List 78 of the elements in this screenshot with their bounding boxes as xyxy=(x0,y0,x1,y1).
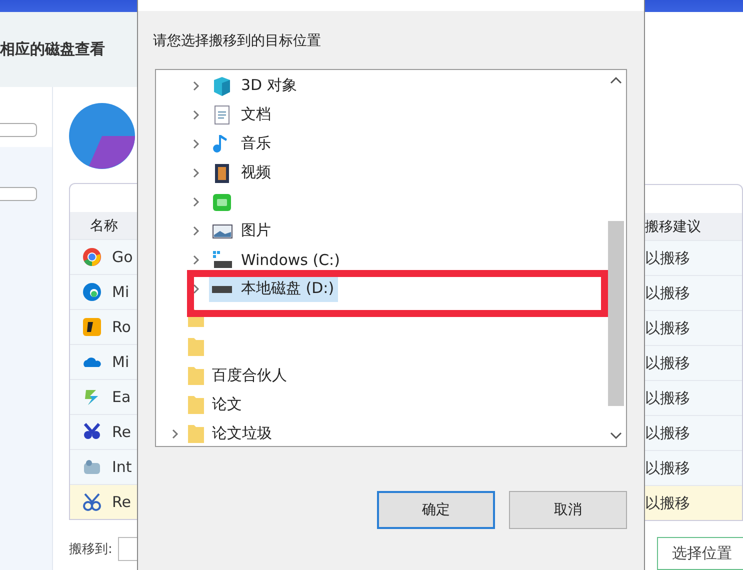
table-row[interactable]: 以搬移 xyxy=(645,380,742,415)
table-cell: 以搬移 xyxy=(645,354,690,372)
table-row[interactable]: Mi xyxy=(70,344,137,379)
scroll-down-icon[interactable] xyxy=(610,432,622,440)
table-row[interactable]: 以搬移 xyxy=(645,310,742,345)
table-row[interactable]: Re xyxy=(70,414,137,449)
table-cell: Ro xyxy=(112,318,131,336)
table-cell: Mi xyxy=(112,353,130,371)
table-cell: 以搬移 xyxy=(645,318,690,338)
table-row[interactable]: 以搬移 xyxy=(645,345,742,380)
table-cell: Re xyxy=(112,493,131,511)
item-label: 本地磁盘 (D:) xyxy=(241,279,334,298)
choose-location-button[interactable]: 选择位置 xyxy=(657,537,743,570)
table-row[interactable]: 以搬移 xyxy=(645,450,742,485)
pie-chart-drawing xyxy=(69,103,135,169)
table-cell: 以搬移 xyxy=(645,248,690,268)
item-label: 论文 xyxy=(212,395,242,414)
table-row[interactable]: Re xyxy=(70,484,137,519)
table-row[interactable]: Int xyxy=(70,449,137,484)
table-cell: Re xyxy=(112,423,131,441)
table-cell: 以搬移 xyxy=(645,424,690,442)
drive-icon xyxy=(211,248,233,270)
app-icon xyxy=(82,457,102,477)
table-row[interactable]: 以搬移 xyxy=(645,240,742,275)
dialog-button[interactable]: 取消 xyxy=(509,491,627,529)
browser-icon xyxy=(82,282,102,302)
dialog-prompt: 请您选择搬移到的目标位置 xyxy=(152,32,322,51)
tree-item[interactable]: 音乐 xyxy=(209,130,275,156)
app-icon xyxy=(82,422,102,442)
table-row[interactable]: 以搬移 xyxy=(645,275,742,310)
item-label: 文档 xyxy=(241,105,271,124)
folder-icon xyxy=(188,424,204,442)
move-to-label: 搬移到: xyxy=(69,541,112,558)
tree-item[interactable]: 图片 xyxy=(209,218,275,244)
column-header: 搬移建议 xyxy=(645,213,742,240)
scroll-thumb[interactable] xyxy=(608,220,624,406)
tree-item[interactable]: 论文 xyxy=(156,390,606,419)
table-cell: Go xyxy=(112,248,133,266)
item-label: 百度合伙人 xyxy=(212,366,287,385)
column-header: 名称 xyxy=(70,212,137,239)
heading: 相应的磁盘查看 xyxy=(0,40,105,59)
scroll-up-icon[interactable] xyxy=(610,76,622,84)
table-row[interactable]: Ea xyxy=(70,379,137,414)
item-label: 音乐 xyxy=(241,134,271,153)
tree-item[interactable]: Windows (C:) xyxy=(209,246,344,272)
item-label: 3D 对象 xyxy=(241,76,297,95)
folder-icon xyxy=(188,366,204,384)
item-label: 视频 xyxy=(241,163,271,182)
item-label: 论文垃圾 xyxy=(212,424,272,443)
app-icon xyxy=(82,492,102,512)
table-row[interactable]: 以搬移 xyxy=(645,485,742,520)
item-label: Windows (C:) xyxy=(241,250,340,268)
table-cell: 以搬移 xyxy=(645,458,690,478)
table-row[interactable]: Go xyxy=(70,239,137,274)
input-field[interactable] xyxy=(0,123,37,137)
table-cell: 以搬移 xyxy=(645,284,690,302)
table-cell: 以搬移 xyxy=(645,388,690,408)
table-row[interactable]: Mi xyxy=(70,274,137,309)
game-icon xyxy=(82,317,102,337)
table-cell: Mi xyxy=(112,283,130,301)
folder-icon xyxy=(188,338,204,356)
tree-item[interactable]: 3D 对象 xyxy=(209,72,301,98)
dialog-button[interactable]: 确定 xyxy=(377,491,495,529)
browser-icon xyxy=(82,247,102,267)
folder-icon xyxy=(188,396,204,414)
cube-icon xyxy=(211,74,233,96)
item-label: 图片 xyxy=(241,221,271,240)
tree-item[interactable]: 文档 xyxy=(209,102,275,128)
table-cell: 以搬移 xyxy=(645,494,690,512)
tree-item[interactable]: 百度合伙人 xyxy=(156,361,606,390)
drive-icon xyxy=(212,286,232,292)
tree-item[interactable]: 本地磁盘 (D:) xyxy=(209,276,338,302)
table-row[interactable]: 以搬移 xyxy=(645,415,742,450)
tree-item[interactable]: 视频 xyxy=(209,160,275,186)
table-cell: Ea xyxy=(112,388,131,406)
table-cell: Int xyxy=(112,458,132,476)
table-row[interactable]: Ro xyxy=(70,309,137,344)
input-field[interactable] xyxy=(0,187,37,201)
